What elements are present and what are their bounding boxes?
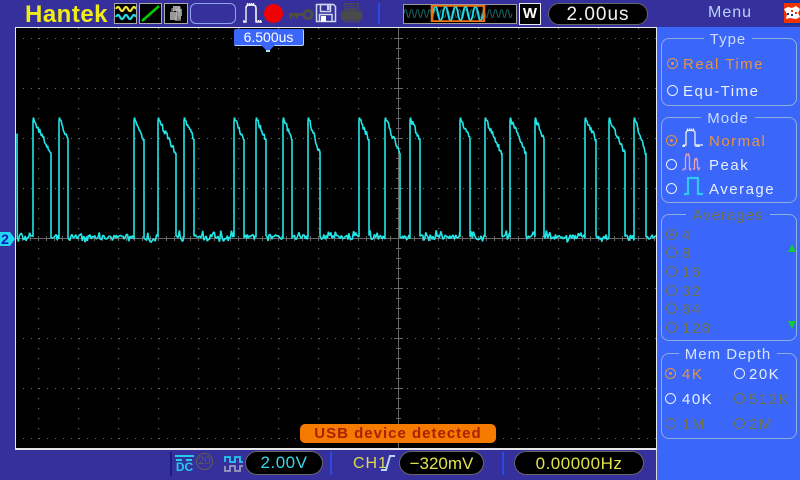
svg-text:2: 2 (1, 231, 9, 247)
